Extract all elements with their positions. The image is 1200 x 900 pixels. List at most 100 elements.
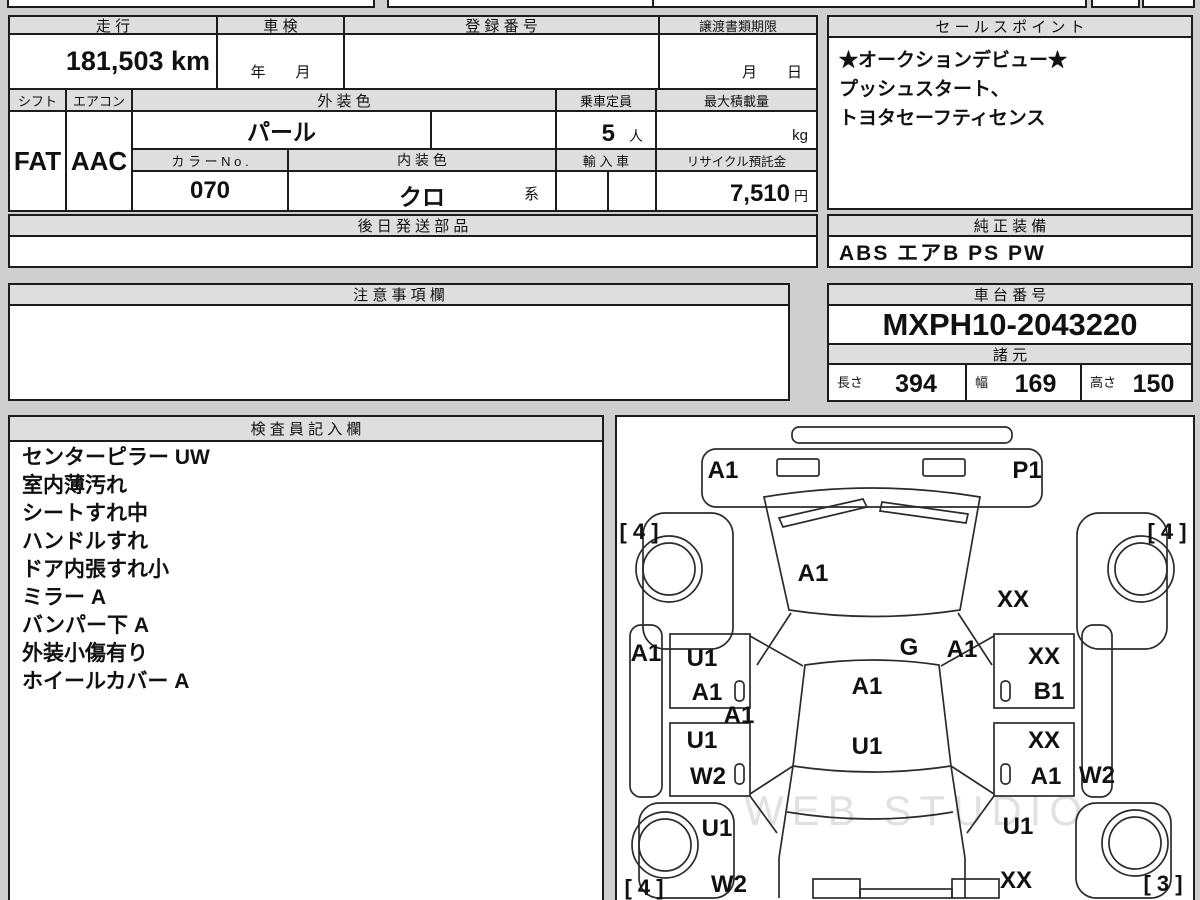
top-partial-cell	[1091, 0, 1140, 8]
diagram-watermark: WEB STUDIO	[744, 787, 1090, 834]
genuine-equipment-header: 純 正 装 備	[827, 214, 1193, 237]
code-rocker-left: A1	[631, 640, 662, 667]
code-door-rear-left-upper: U1	[687, 727, 718, 754]
code-fender-rear-right-lower: XX	[1000, 867, 1032, 894]
genuine-equipment-value: ABS エアB PS PW	[827, 235, 1193, 268]
code-rocker-right: W2	[1079, 762, 1115, 789]
max-load-header: 最大積載量	[655, 88, 818, 112]
inspection-header: 車 検	[216, 15, 345, 35]
later-parts-header: 後 日 発 送 部 品	[8, 214, 818, 237]
shift-header: シフト	[8, 88, 67, 112]
color-no-value: 070	[131, 170, 289, 212]
max-load-value: kg	[655, 110, 818, 150]
aircon-header: エアコン	[65, 88, 133, 112]
import-value	[555, 170, 657, 212]
spec-height-value: 150	[1132, 370, 1175, 398]
later-parts-value	[8, 235, 818, 268]
top-partial-cell	[7, 0, 375, 8]
code-door-rear-left-lower: W2	[690, 763, 726, 790]
interior-color-header: 内 装 色	[287, 148, 557, 172]
code-front-bumper-right: P1	[1012, 457, 1041, 484]
code-door-front-right-upper: XX	[1028, 643, 1060, 670]
spec-width-label: 幅	[975, 375, 989, 390]
import-cell-divider	[607, 172, 609, 210]
inspector-notes-header: 検 査 員 記 入 欄	[8, 415, 604, 442]
spec-width: 幅 169	[965, 363, 1082, 402]
code-tire-front-right: [ 4 ]	[1147, 519, 1186, 544]
spec-length-label: 長さ	[837, 375, 864, 390]
sales-point-line: プッシュスタート、	[839, 79, 1010, 100]
import-header: 輸 入 車	[555, 148, 657, 172]
recycle-fee-number: 7,510	[729, 180, 790, 207]
notes-value	[8, 304, 790, 401]
top-partial-cell	[1142, 0, 1195, 8]
code-pillar-front-right: A1	[947, 636, 978, 663]
top-partial-cell	[652, 0, 1087, 8]
interior-color-name: クロ	[399, 184, 445, 210]
code-roof: A1	[852, 673, 883, 700]
code-cowl-right: G	[900, 634, 919, 661]
spec-height: 高さ 150	[1080, 363, 1193, 402]
mileage-header: 走 行	[8, 15, 218, 35]
top-partial-cell	[387, 0, 654, 8]
sales-points-body: ★オークションデビュー★ プッシュスタート、 トヨタセーフティセンス	[827, 36, 1193, 210]
recycle-fee-value: 7,510 円	[655, 170, 818, 212]
code-door-front-left-lower: A1	[692, 679, 723, 706]
spec-width-value: 169	[1014, 370, 1057, 398]
interior-color-suffix: 系	[523, 186, 539, 203]
capacity-value: 5人	[555, 110, 657, 150]
inspector-notes-list: センターピラー UW 室内薄汚れ シートすれ中 ハンドルすれ ドア内張すれ小 ミ…	[22, 444, 582, 696]
inspector-note-line: ドア内張すれ小	[22, 558, 169, 581]
inspector-note-line: センターピラー UW	[22, 446, 210, 469]
capacity-unit: 人	[629, 128, 643, 144]
transfer-deadline-header: 譲渡書類期限	[658, 15, 818, 35]
aircon-value: AAC	[65, 110, 133, 212]
inspector-note-line: 室内薄汚れ	[22, 474, 127, 497]
registration-header: 登 録 番 号	[343, 15, 660, 35]
color-no-header: カ ラ ー N o .	[131, 148, 289, 172]
code-fender-rear-left-lower: W2	[711, 871, 747, 898]
code-front-bumper-left: A1	[708, 457, 739, 484]
recycle-fee-unit: 円	[794, 188, 808, 204]
code-fender-front-right: XX	[997, 586, 1029, 613]
inspector-note-line: ハンドルすれ	[22, 530, 148, 553]
chassis-number-header: 車 台 番 号	[827, 283, 1193, 306]
exterior-color-extra	[430, 110, 557, 150]
notes-header: 注 意 事 項 欄	[8, 283, 790, 306]
inspector-note-line: 外装小傷有り	[22, 642, 148, 665]
capacity-number: 5	[601, 120, 615, 147]
interior-color-value: クロ 系	[287, 170, 557, 212]
spec-length: 長さ 394	[827, 363, 967, 402]
mileage-value: 181,503 km	[8, 33, 218, 90]
inspection-value: 年 月	[216, 33, 345, 90]
code-tire-front-left: [ 4 ]	[619, 519, 658, 544]
code-fender-rear-left: U1	[702, 815, 733, 842]
code-roof-rear: U1	[852, 733, 883, 760]
spec-length-value: 394	[895, 370, 937, 398]
inspector-note-line: ミラー A	[22, 586, 106, 609]
sales-points-header: セ ー ル ス ポ イ ン ト	[827, 15, 1193, 38]
inspector-note-line: バンパー下 A	[22, 614, 150, 637]
sales-point-line: ★オークションデビュー★	[839, 50, 1068, 71]
code-door-front-right-lower: B1	[1034, 678, 1065, 705]
code-tire-rear-left: [ 4 ]	[624, 875, 663, 900]
sales-point-line: トヨタセーフティセンス	[839, 108, 1046, 129]
registration-value	[343, 33, 660, 90]
recycle-fee-header: リサイクル預託金	[655, 148, 818, 172]
exterior-color-header: 外 装 色	[131, 88, 557, 112]
chassis-number-value: MXPH10-2043220	[827, 304, 1193, 345]
code-fender-rear-right: U1	[1003, 813, 1034, 840]
car-damage-diagram: WEB STUDIO A1 P1 [4] [4] A1 XX G A1 …	[619, 426, 1187, 900]
code-tire-rear-right: [ 3 ]	[1143, 871, 1182, 896]
shift-value: FAT	[8, 110, 67, 212]
code-door-rear-right-lower: A1	[1031, 763, 1062, 790]
spec-height-label: 高さ	[1090, 375, 1117, 390]
specs-header: 諸 元	[827, 343, 1193, 365]
inspector-note-line: ホイールカバー A	[22, 670, 190, 693]
code-door-rear-right-upper: XX	[1028, 727, 1060, 754]
inspector-note-line: シートすれ中	[22, 502, 148, 525]
code-hood: A1	[798, 560, 829, 587]
code-door-front-left-upper: U1	[687, 645, 718, 672]
transfer-deadline-value: 月 日	[658, 33, 818, 90]
exterior-color-value: パール	[131, 110, 432, 150]
